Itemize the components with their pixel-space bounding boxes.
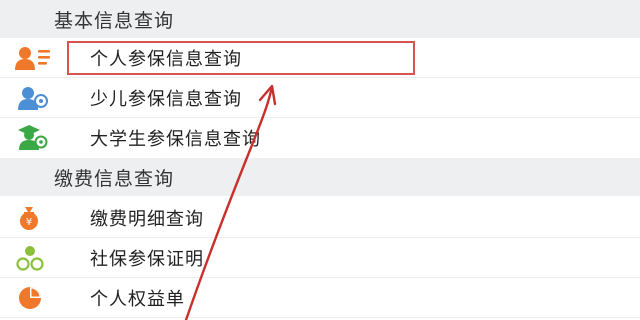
person-card-icon [14,45,54,71]
list-item-label: 社保参保证明 [90,248,204,270]
svg-text:¥: ¥ [26,217,32,228]
section-title: 基本信息查询 [54,9,175,32]
list-item-label: 个人权益单 [90,288,185,310]
list-item-label: 缴费明细查询 [90,208,204,230]
money-bag-icon: ¥ [14,205,54,231]
list-item-label: 大学生参保信息查询 [90,129,261,150]
list-item-payment-details-query[interactable]: ¥ 缴费明细查询 [0,198,640,238]
student-icon [14,125,54,151]
list-item-personal-rights-statement[interactable]: 个人权益单 [0,278,640,318]
section-header-payment-info: 缴费信息查询 [0,158,640,196]
list-item-label: 个人参保信息查询 [90,48,242,70]
list-item-insurance-certificate[interactable]: 社保参保证明 [0,238,640,278]
certificate-icon [14,245,54,271]
section-title: 缴费信息查询 [54,167,175,190]
pie-chart-icon [14,285,54,311]
list-item-label: 少儿参保信息查询 [90,88,242,110]
list-item-student-insurance-query[interactable]: 大学生参保信息查询 [0,118,640,158]
section-header-basic-info: 基本信息查询 [0,0,640,38]
list-item-personal-insurance-query[interactable]: 个人参保信息查询 [0,38,640,78]
child-icon [14,85,54,111]
list-item-child-insurance-query[interactable]: 少儿参保信息查询 [0,78,640,118]
